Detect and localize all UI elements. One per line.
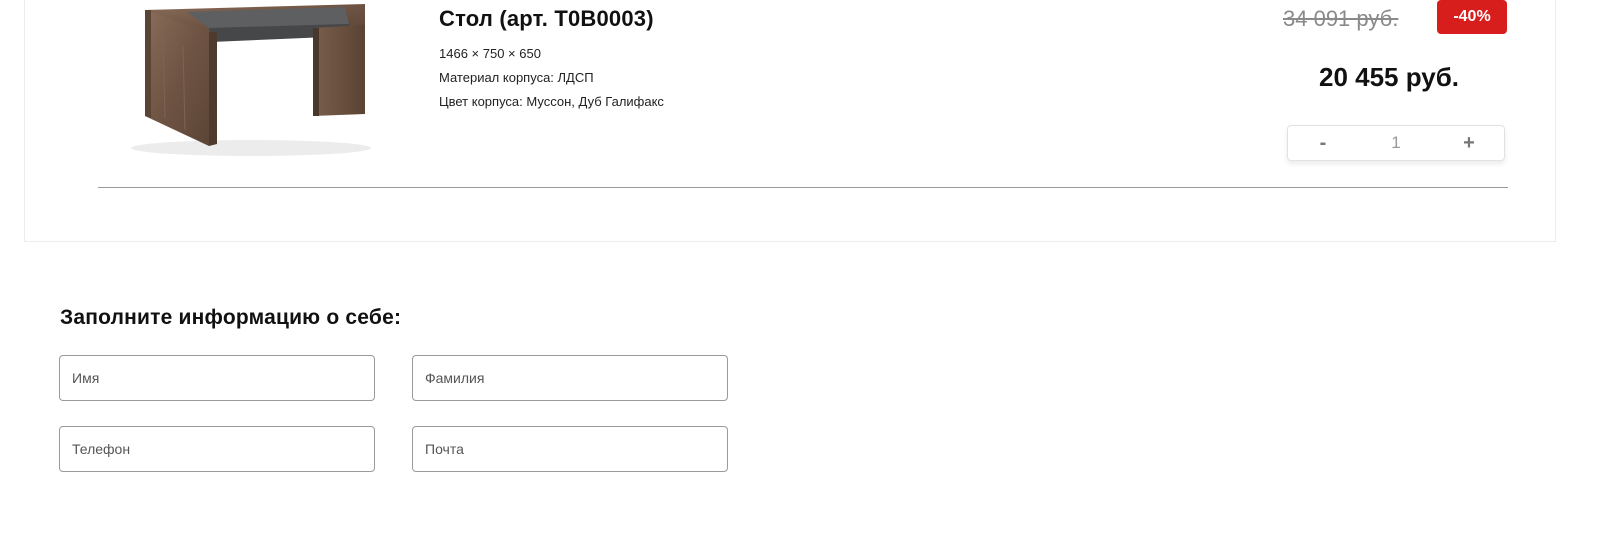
product-material: Материал корпуса: ЛДСП (439, 70, 594, 85)
item-divider (98, 187, 1508, 188)
phone-field[interactable] (59, 426, 375, 472)
email-field[interactable] (412, 426, 728, 472)
last-name-field[interactable] (412, 355, 728, 401)
new-price: 20 455 руб. (1318, 62, 1460, 92)
product-info: Стол (арт. T0B0003) 1466 × 750 × 650 Мат… (439, 0, 664, 114)
product-dimensions: 1466 × 750 × 650 (439, 46, 541, 61)
old-price: 34 091 руб. (1283, 6, 1399, 31)
quantity-value[interactable]: 1 (1358, 133, 1434, 153)
discount-badge: -40% (1437, 0, 1507, 34)
checkout-page: Стол (арт. T0B0003) 1466 × 750 × 650 Мат… (0, 0, 1623, 558)
quantity-decrease-button[interactable]: - (1288, 132, 1358, 155)
form-heading: Заполните информацию о себе: (60, 306, 402, 329)
product-color: Цвет корпуса: Муссон, Дуб Галифакс (439, 94, 664, 109)
quantity-increase-button[interactable]: + (1434, 132, 1504, 155)
customer-info-form: Заполните информацию о себе: (60, 306, 401, 330)
desk-illustration (131, 4, 371, 156)
cart-item-card: Стол (арт. T0B0003) 1466 × 750 × 650 Мат… (24, 0, 1556, 242)
quantity-stepper: - 1 + (1287, 125, 1505, 161)
desk-product-image[interactable] (123, 0, 385, 178)
product-title[interactable]: Стол (арт. T0B0003) (439, 6, 664, 32)
first-name-field[interactable] (59, 355, 375, 401)
product-specs: 1466 × 750 × 650 Материал корпуса: ЛДСП … (439, 42, 664, 114)
